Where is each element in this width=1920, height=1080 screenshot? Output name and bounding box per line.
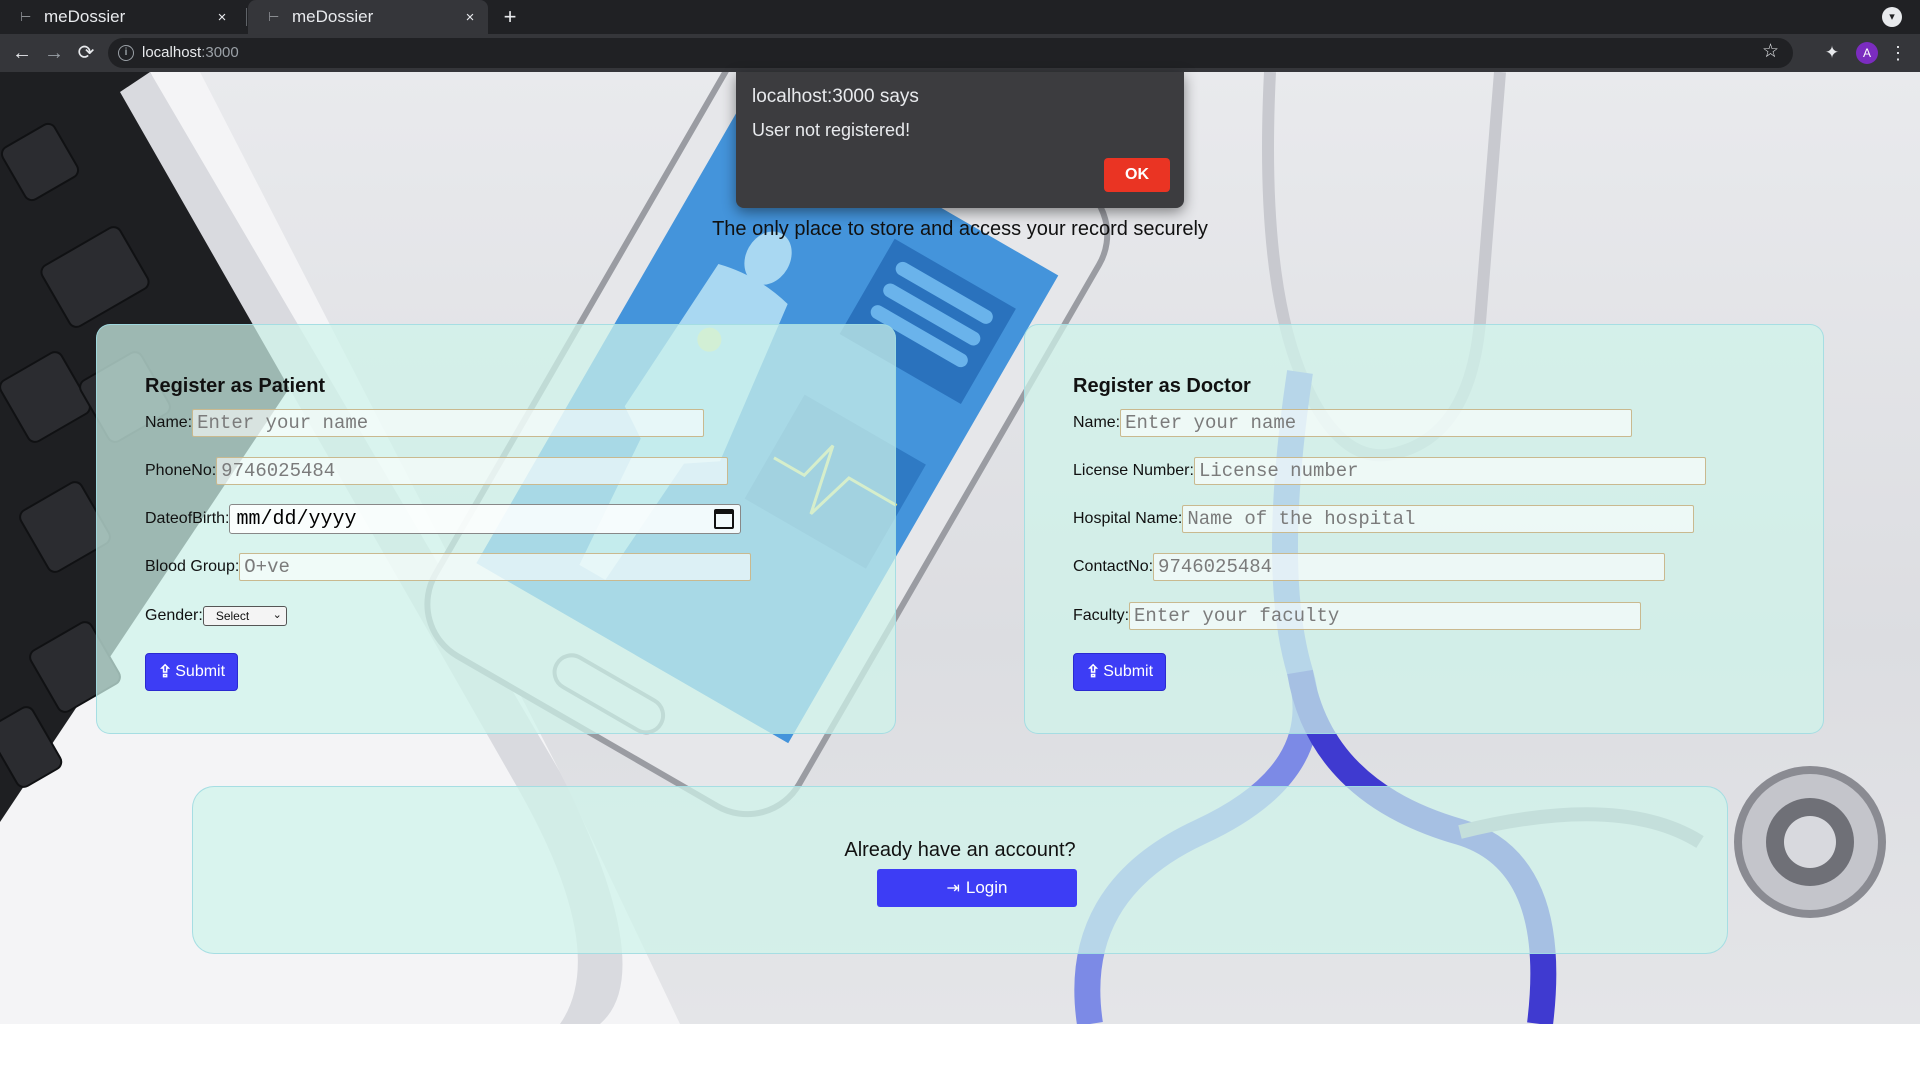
patient-gender-selected: Select <box>215 609 250 623</box>
patient-phone-row: PhoneNo: <box>145 456 729 486</box>
doctor-license-row: License Number: <box>1073 456 1706 486</box>
patient-phone-label: PhoneNo: <box>145 462 217 479</box>
doctor-name-row: Name: <box>1073 408 1633 438</box>
tab-title: meDossier <box>44 7 126 26</box>
doctor-name-label: Name: <box>1073 414 1121 431</box>
doctor-contact-row: ContactNo: <box>1073 552 1666 582</box>
doctor-faculty-label: Faculty: <box>1073 607 1130 624</box>
back-arrow-icon[interactable]: ← <box>8 39 36 67</box>
sign-in-icon: ⇥ <box>946 880 960 897</box>
forward-arrow-icon[interactable]: → <box>40 39 68 67</box>
tab-close-icon[interactable]: × <box>210 9 234 26</box>
url-host: localhost <box>142 44 202 61</box>
patient-submit-label: Submit <box>175 663 226 680</box>
dialog-ok-button[interactable]: OK <box>1104 158 1170 192</box>
chevron-down-icon: ⌄ <box>272 609 282 621</box>
patient-phone-input[interactable] <box>216 457 729 485</box>
patient-registration-card: Register as Patient Name: PhoneNo: Dateo… <box>96 324 896 734</box>
doctor-faculty-input[interactable] <box>1129 602 1642 630</box>
tab-favicon-icon: ⊢ <box>268 9 280 24</box>
doctor-hospital-label: Hospital Name: <box>1073 510 1183 527</box>
dialog-title: localhost:3000 says <box>752 86 919 107</box>
url-port: :3000 <box>201 44 239 61</box>
patient-dob-input[interactable]: mm/dd/yyyy <box>229 504 742 534</box>
upload-icon: ⇪ <box>1086 662 1101 681</box>
already-account-text: Already have an account? <box>844 839 1076 861</box>
tab-title: meDossier <box>292 7 374 26</box>
patient-blood-label: Blood Group: <box>145 558 240 575</box>
address-bar[interactable]: i localhost:3000 ☆ <box>108 38 1793 68</box>
tab-favicon-icon: ⊢ <box>20 9 32 24</box>
login-button[interactable]: ⇥ Login <box>877 869 1077 907</box>
page-viewport: The only place to store and access your … <box>0 72 1920 1080</box>
tab-search-icon[interactable]: ▾ <box>1882 7 1902 27</box>
login-card: Already have an account? ⇥ Login <box>192 786 1728 954</box>
patient-gender-select[interactable]: Select ⌄ <box>202 606 287 626</box>
doctor-submit-button[interactable]: ⇪ Submit <box>1073 653 1167 691</box>
doctor-license-input[interactable] <box>1193 457 1706 485</box>
doctor-hospital-input[interactable] <box>1182 505 1695 533</box>
doctor-submit-label: Submit <box>1103 663 1154 680</box>
tab-medossier-2[interactable]: ⊢ meDossier × <box>248 0 488 34</box>
patient-heading: Register as Patient <box>145 375 326 397</box>
site-info-icon[interactable]: i <box>118 45 134 61</box>
doctor-contact-label: ContactNo: <box>1073 558 1154 575</box>
patient-gender-label: Gender: <box>145 607 203 624</box>
patient-dob-label: DateofBirth: <box>145 510 230 527</box>
hero-background-image: The only place to store and access your … <box>0 72 1920 1024</box>
doctor-contact-input[interactable] <box>1153 553 1666 581</box>
patient-name-input[interactable] <box>192 409 705 437</box>
extensions-puzzle-icon[interactable]: ✦ <box>1818 39 1846 67</box>
tab-strip: ⊢ meDossier × ⊢ meDossier × + ▾ <box>0 0 1920 34</box>
patient-blood-input[interactable] <box>239 553 752 581</box>
patient-name-label: Name: <box>145 414 193 431</box>
doctor-heading: Register as Doctor <box>1073 375 1251 397</box>
patient-blood-row: Blood Group: <box>145 552 752 582</box>
dialog-message: User not registered! <box>752 120 911 140</box>
doctor-registration-card: Register as Doctor Name: License Number:… <box>1024 324 1824 734</box>
tab-medossier-1[interactable]: ⊢ meDossier × <box>0 0 240 34</box>
calendar-icon[interactable] <box>714 509 735 529</box>
profile-avatar[interactable]: A <box>1856 42 1878 64</box>
browser-toolbar: ← → ⟳ i localhost:3000 ☆ ✦ A ⋮ <box>0 34 1920 72</box>
new-tab-button[interactable]: + <box>498 4 522 30</box>
tab-close-icon[interactable]: × <box>458 9 482 26</box>
doctor-hospital-row: Hospital Name: <box>1073 504 1695 534</box>
bookmark-star-icon[interactable]: ☆ <box>1762 40 1779 63</box>
browser-menu-icon[interactable]: ⋮ <box>1884 39 1912 67</box>
tab-divider <box>246 8 247 26</box>
upload-icon: ⇪ <box>158 662 173 681</box>
patient-dob-row: DateofBirth: mm/dd/yyyy <box>145 504 742 534</box>
doctor-license-label: License Number: <box>1073 462 1194 479</box>
patient-gender-row: Gender: Select ⌄ <box>145 601 287 631</box>
patient-name-row: Name: <box>145 408 705 438</box>
browser-window: ⊢ meDossier × ⊢ meDossier × + ▾ ← → ⟳ i … <box>0 0 1920 1080</box>
reload-icon[interactable]: ⟳ <box>72 39 100 67</box>
patient-dob-value: mm/dd/yyyy <box>236 507 357 531</box>
login-label: Login <box>965 878 1008 897</box>
url-text[interactable]: localhost:3000 <box>142 44 239 61</box>
alert-dialog: localhost:3000 says User not registered!… <box>736 72 1184 208</box>
page-tagline: The only place to store and access your … <box>712 218 1208 240</box>
patient-submit-button[interactable]: ⇪ Submit <box>145 653 239 691</box>
doctor-name-input[interactable] <box>1120 409 1633 437</box>
doctor-faculty-row: Faculty: <box>1073 601 1642 631</box>
